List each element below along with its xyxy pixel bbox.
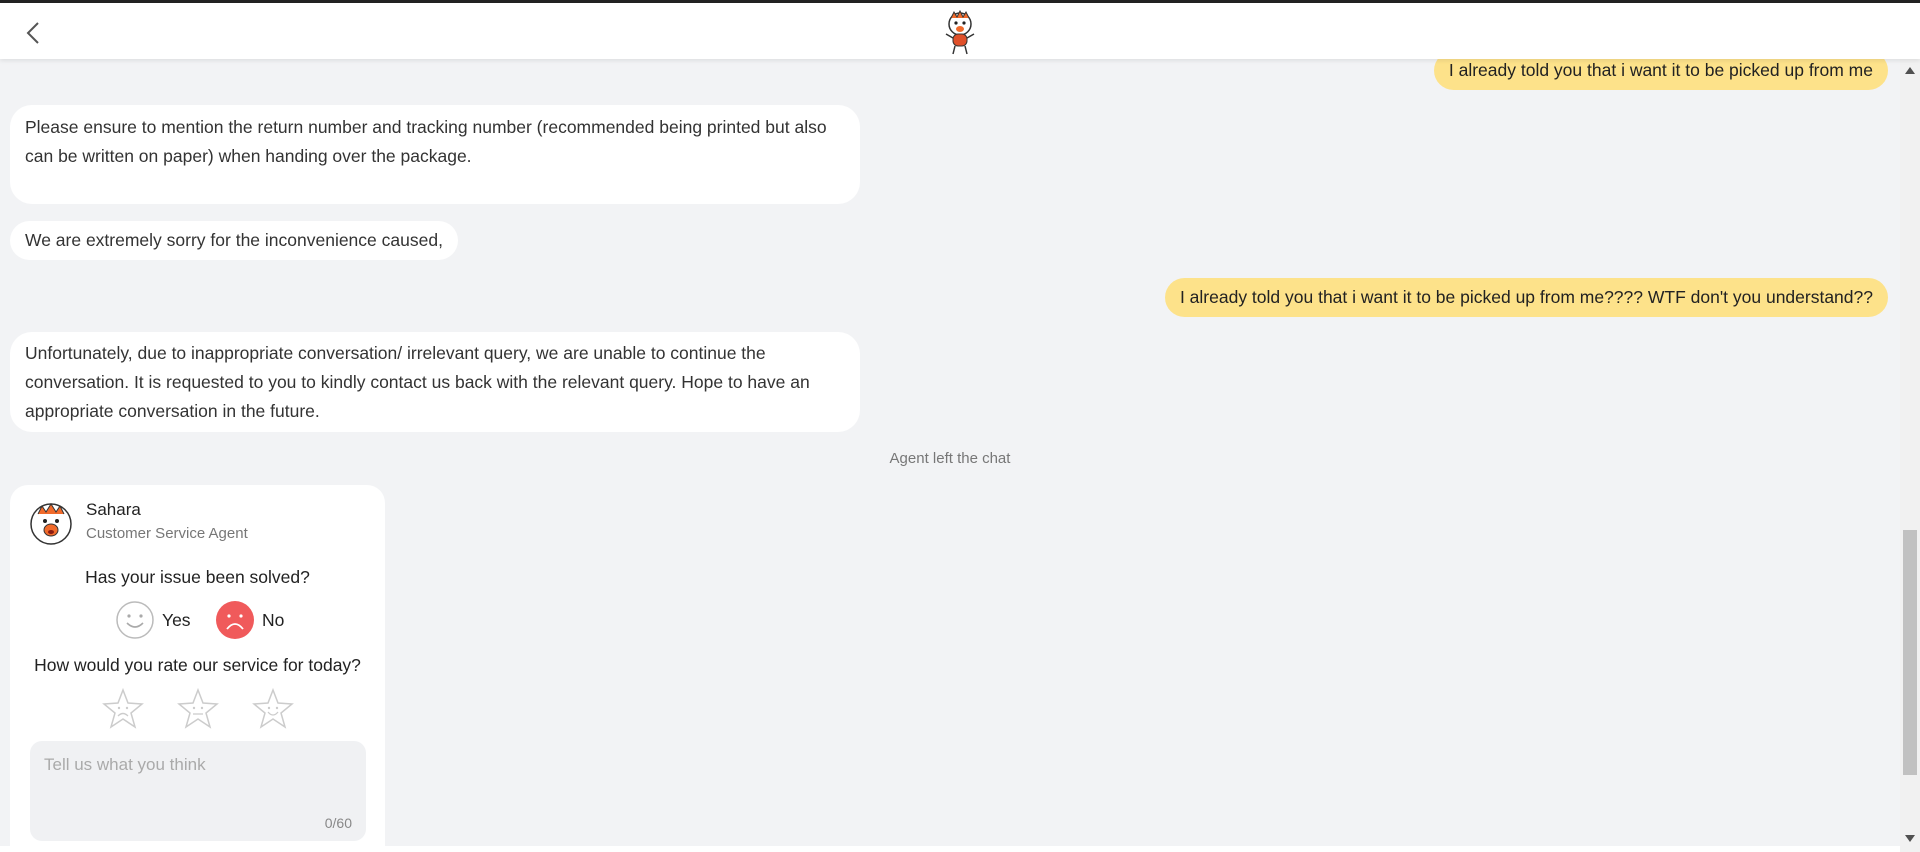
scroll-up-arrow-icon[interactable]	[1904, 65, 1916, 77]
user-message: I already told you that i want it to be …	[1164, 278, 1888, 317]
message-text: I already told you that i want it to be …	[1179, 287, 1873, 307]
yes-label: Yes	[162, 609, 191, 630]
feedback-box: 0/60	[30, 741, 366, 841]
satisfaction-survey-card: Sahara Customer Service Agent Has your i…	[10, 485, 385, 852]
chat-header	[0, 3, 1920, 59]
smile-icon	[116, 601, 154, 639]
frown-icon	[216, 601, 254, 639]
message-text: We are extremely sorry for the inconveni…	[25, 230, 443, 250]
message-text: Unfortunately, due to inappropriate conv…	[25, 343, 810, 421]
scroll-down-arrow-icon[interactable]	[1904, 832, 1916, 844]
happy-star-icon[interactable]	[251, 687, 295, 731]
back-button[interactable]	[22, 19, 46, 47]
avatar	[30, 503, 72, 545]
no-label: No	[262, 609, 285, 630]
agent-message: Please ensure to mention the return numb…	[10, 105, 860, 204]
chevron-left-icon	[26, 22, 39, 44]
issue-solved-options: Yes No	[10, 600, 385, 640]
agent-left-notice: Agent left the chat	[889, 450, 1011, 467]
scrollbar-thumb[interactable]	[1903, 530, 1917, 775]
message-input-bar-edge	[0, 846, 1900, 852]
feedback-input[interactable]	[30, 741, 366, 841]
yes-option[interactable]: Yes	[116, 600, 191, 640]
character-counter: 0/60	[324, 815, 352, 831]
agent-role: Customer Service Agent	[86, 525, 248, 542]
mascot-logo-icon	[945, 10, 975, 55]
vertical-scrollbar[interactable]	[1900, 59, 1920, 852]
message-text: I already told you that i want it to be …	[1448, 60, 1873, 80]
no-option[interactable]: No	[216, 600, 284, 640]
sad-star-icon[interactable]	[101, 687, 145, 731]
agent-message: We are extremely sorry for the inconveni…	[10, 221, 458, 260]
message-text: Please ensure to mention the return numb…	[25, 117, 827, 166]
agent-name: Sahara	[86, 500, 141, 519]
neutral-star-icon[interactable]	[176, 687, 220, 731]
issue-solved-question: Has your issue been solved?	[85, 567, 310, 587]
agent-message: Unfortunately, due to inappropriate conv…	[10, 332, 860, 432]
rating-stars	[10, 687, 385, 731]
service-rating-question: How would you rate our service for today…	[34, 655, 361, 675]
